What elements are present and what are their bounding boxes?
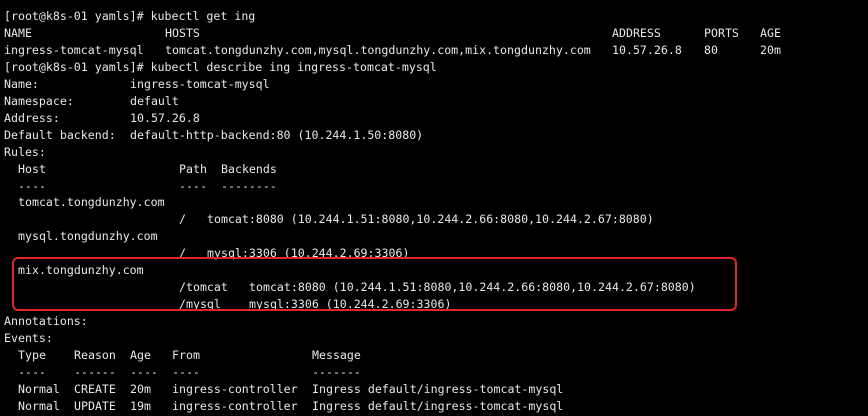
events-header-row-cell: Message bbox=[312, 348, 361, 362]
events-header-row-cell: Type bbox=[18, 348, 46, 362]
event-row: Normal CREATE 20m ingress-controller Ingress… bbox=[0, 381, 868, 398]
event-row-cell: ingress-controller bbox=[172, 381, 298, 396]
events-header-row-cell: Age bbox=[130, 348, 151, 362]
prompt-line: [root@k8s-01 yamls]# kubectl describe in… bbox=[0, 59, 868, 76]
rule-host-mysql: mysql.tongdunzhy.com bbox=[0, 228, 868, 245]
get-ing-data-row-cell: tomcat.tongdunzhy.com,mysql.tongdunzhy.c… bbox=[165, 42, 591, 57]
annotations-label: Annotations: bbox=[0, 313, 868, 330]
get-ing-data-row: ingress-tomcat-mysql tomcat.tongdunzhy.co… bbox=[0, 42, 868, 59]
terminal-window[interactable]: [root@k8s-01 yamls]# kubectl get ing NAME… bbox=[0, 0, 868, 416]
rule-path-tomcat: / tomcat:8080 (10.244.1.51:8080,10.244.2.… bbox=[0, 211, 868, 228]
events-divider-row-cell: ---- bbox=[18, 364, 46, 379]
rule-host-tomcat-cell: tomcat.tongdunzhy.com bbox=[18, 195, 165, 210]
events-divider-row-cell: ---- bbox=[130, 364, 158, 379]
get-ing-header-row: NAME HOSTS ADDRESS PORTS AGE bbox=[0, 25, 868, 42]
event-row-cell: Ingress default/ingress-tomcat-mysql bbox=[312, 381, 564, 396]
rules-divider-row: ---- ---- -------- bbox=[0, 178, 868, 195]
prompt-line-cell: [root@k8s-01 yamls]# kubectl describe in… bbox=[4, 59, 437, 74]
get-ing-data-row-cell: 80 bbox=[704, 42, 718, 57]
rules-label: Rules: bbox=[0, 144, 868, 161]
events-label: Events: bbox=[0, 330, 868, 347]
get-ing-header-row-cell: AGE bbox=[760, 25, 781, 40]
rule-host-mysql-cell: mysql.tongdunzhy.com bbox=[18, 229, 158, 244]
get-ing-header-row-cell: PORTS bbox=[704, 25, 739, 40]
event-row-cell: Ingress default/ingress-tomcat-mysql bbox=[312, 398, 564, 413]
describe-namespace-row: Namespace: default bbox=[0, 93, 868, 110]
events-label-cell: Events: bbox=[4, 331, 53, 346]
event-row-cell: Normal bbox=[18, 381, 60, 396]
events-header-row: Type Reason Age From Message bbox=[0, 347, 868, 364]
rules-label-cell: Rules: bbox=[4, 144, 46, 159]
describe-default-backend-row: Default backend: default-http-backend:80 … bbox=[0, 127, 868, 144]
get-ing-data-row-cell: 10.57.26.8 bbox=[612, 42, 682, 57]
rules-divider-row-cell: ---- bbox=[18, 178, 46, 193]
describe-name-row-cell: Name: bbox=[4, 76, 39, 91]
get-ing-header-row-cell: NAME bbox=[4, 25, 32, 40]
get-ing-data-row-cell: ingress-tomcat-mysql bbox=[4, 42, 144, 57]
event-row-cell: UPDATE bbox=[74, 398, 116, 413]
highlight-box bbox=[12, 257, 737, 311]
rule-path-tomcat-cell: / bbox=[179, 212, 186, 227]
event-row-cell: ingress-controller bbox=[172, 398, 298, 413]
rule-host-tomcat: tomcat.tongdunzhy.com bbox=[0, 194, 868, 211]
event-row-cell: 19m bbox=[130, 398, 151, 413]
describe-address-row-cell: 10.57.26.8 bbox=[130, 110, 200, 125]
rules-header-row-cell: Host bbox=[18, 161, 46, 176]
rules-header-row-cell: Path bbox=[179, 161, 207, 176]
describe-namespace-row-cell: default bbox=[130, 93, 179, 108]
rules-header-row-cell: Backends bbox=[221, 161, 277, 176]
get-ing-header-row-cell: ADDRESS bbox=[612, 25, 661, 40]
prompt-line: [root@k8s-01 yamls]# kubectl get ing bbox=[0, 8, 868, 25]
describe-name-row: Name: ingress-tomcat-mysql bbox=[0, 76, 868, 93]
annotations-label-cell: Annotations: bbox=[4, 314, 88, 329]
events-divider-row: ---- ------ ---- ---- ------- bbox=[0, 364, 868, 381]
events-header-row-cell: Reason bbox=[74, 348, 116, 362]
get-ing-data-row-cell: 20m bbox=[760, 42, 781, 57]
rules-header-row: Host Path Backends bbox=[0, 161, 868, 178]
rules-divider-row-cell: ---- bbox=[179, 178, 207, 193]
event-row: Normal UPDATE 19m ingress-controller Ingress… bbox=[0, 398, 868, 415]
event-row-cell: Normal bbox=[18, 398, 60, 413]
events-divider-row-cell: ------ bbox=[74, 364, 116, 379]
events-divider-row-cell: ---- bbox=[172, 364, 200, 379]
events-header-row-cell: From bbox=[172, 348, 200, 362]
describe-default-backend-row-cell: default-http-backend:80 (10.244.1.50:808… bbox=[130, 127, 424, 142]
describe-default-backend-row-cell: Default backend: bbox=[4, 127, 116, 142]
prompt-line-cell: [root@k8s-01 yamls]# kubectl get ing bbox=[4, 9, 256, 23]
rule-path-tomcat-cell: tomcat:8080 (10.244.1.51:8080,10.244.2.6… bbox=[207, 212, 654, 227]
describe-name-row-cell: ingress-tomcat-mysql bbox=[130, 76, 270, 91]
describe-address-row-cell: Address: bbox=[4, 110, 60, 125]
describe-address-row: Address: 10.57.26.8 bbox=[0, 110, 868, 127]
events-divider-row-cell: ------- bbox=[312, 364, 361, 379]
rules-divider-row-cell: -------- bbox=[221, 178, 277, 193]
event-row-cell: 20m bbox=[130, 381, 151, 396]
get-ing-header-row-cell: HOSTS bbox=[165, 25, 200, 40]
event-row-cell: CREATE bbox=[74, 381, 116, 396]
describe-namespace-row-cell: Namespace: bbox=[4, 93, 74, 108]
